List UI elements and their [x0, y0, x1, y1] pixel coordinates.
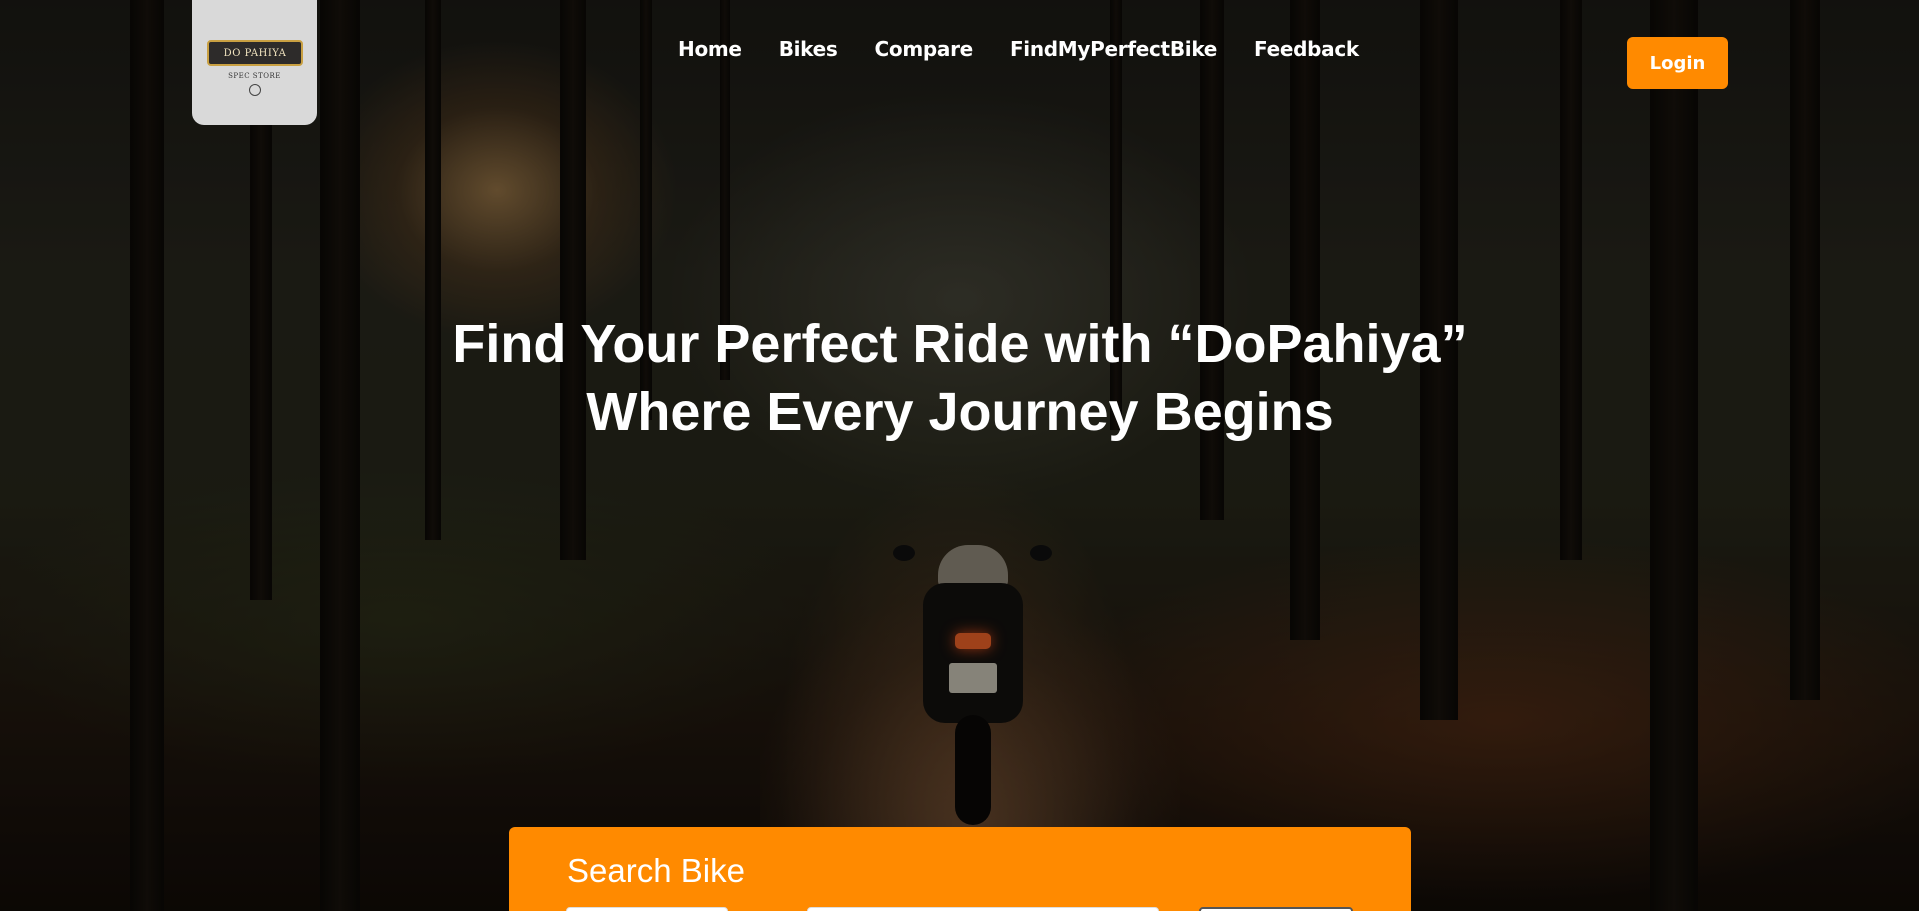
- nav-link-bikes[interactable]: Bikes: [779, 37, 838, 61]
- search-submit-button[interactable]: [1199, 907, 1353, 911]
- landing-page: DO PAHIYA SPEC STORE Home Bikes Compare …: [0, 0, 1919, 911]
- logo-banner: DO PAHIYA: [206, 39, 303, 66]
- nav-link-home[interactable]: Home: [678, 37, 742, 61]
- logo-subtitle: SPEC STORE: [228, 71, 281, 80]
- hero-title: Find Your Perfect Ride with “DoPahiya” W…: [360, 310, 1560, 446]
- background-dim-overlay: [0, 0, 1919, 911]
- main-nav: Home Bikes Compare FindMyPerfectBike Fee…: [678, 37, 1359, 61]
- nav-link-feedback[interactable]: Feedback: [1254, 37, 1359, 61]
- hero-title-line-2: Where Every Journey Begins: [586, 382, 1334, 442]
- brand-logo[interactable]: DO PAHIYA SPEC STORE: [192, 0, 317, 125]
- search-brand-select[interactable]: [566, 907, 728, 911]
- search-panel-title: Search Bike: [567, 852, 745, 889]
- logo-emblem-icon: [248, 83, 261, 96]
- nav-link-find-my-perfect-bike[interactable]: FindMyPerfectBike: [1010, 37, 1217, 61]
- search-model-select[interactable]: [807, 907, 1159, 911]
- login-button[interactable]: Login: [1627, 37, 1728, 89]
- nav-link-compare[interactable]: Compare: [875, 37, 974, 61]
- hero-title-line-1: Find Your Perfect Ride with “DoPahiya”: [452, 314, 1468, 374]
- search-panel: Search Bike: [509, 827, 1411, 911]
